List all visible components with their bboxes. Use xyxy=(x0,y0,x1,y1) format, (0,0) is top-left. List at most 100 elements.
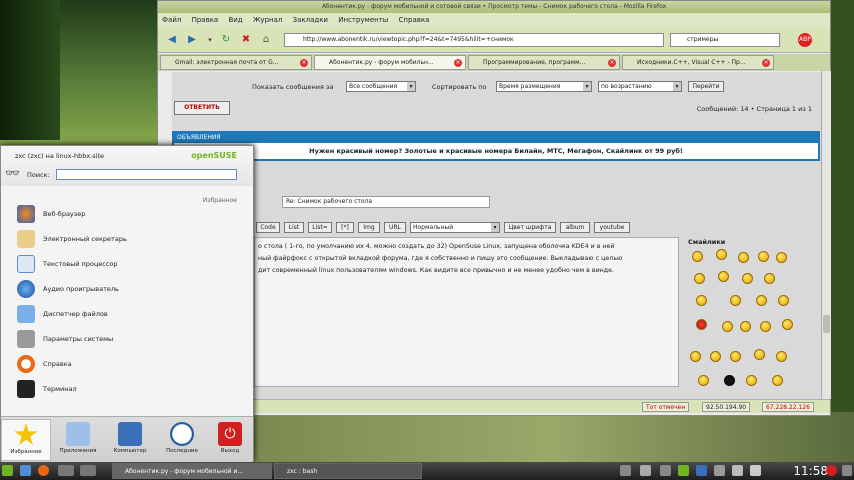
tab-applications[interactable]: Приложения xyxy=(53,419,103,461)
order-select[interactable]: по возрастанию xyxy=(598,81,682,92)
show-select[interactable]: Все сообщения xyxy=(346,81,416,92)
img-button[interactable]: Img xyxy=(358,222,380,233)
smiley-icon[interactable] xyxy=(738,252,749,263)
smiley-icon[interactable] xyxy=(722,321,733,332)
page-scrollbar[interactable] xyxy=(821,71,831,399)
menu-item-web-browser[interactable]: Веб-браузер xyxy=(17,203,237,225)
go-button[interactable]: Перейти xyxy=(688,81,724,92)
smiley-icon[interactable] xyxy=(760,321,771,332)
kickoff-menu-icon[interactable] xyxy=(2,465,13,476)
desktop-pager-icon[interactable] xyxy=(58,465,74,476)
firefox-launcher-icon[interactable] xyxy=(38,465,49,476)
clock[interactable]: 11:58 xyxy=(793,462,828,480)
smiley-icon[interactable] xyxy=(698,375,709,386)
smiley-icon[interactable] xyxy=(764,273,775,284)
smiley-icon[interactable] xyxy=(696,295,707,306)
network-icon[interactable] xyxy=(714,465,725,476)
desktop-pager-icon[interactable] xyxy=(80,465,96,476)
tab-recent[interactable]: Последние xyxy=(157,419,207,461)
url-input[interactable]: http://www.abonentik.ru/viewtopic.php?f=… xyxy=(284,33,664,47)
tab-sources[interactable]: Исходники.C++, Visual C++ - Пр... × xyxy=(622,55,774,70)
sort-select[interactable]: Время размещения xyxy=(496,81,592,92)
tab-gmail[interactable]: Gmail: электронная почта от G... × xyxy=(160,55,312,70)
tab-programming[interactable]: Программирование, программ... × xyxy=(468,55,620,70)
menu-item-file-manager[interactable]: Диспетчер файлов xyxy=(17,303,237,325)
smiley-icon[interactable] xyxy=(772,375,783,386)
reply-button[interactable]: ОТВЕТИТЬ xyxy=(174,101,230,115)
smiley-icon[interactable] xyxy=(778,295,789,306)
subject-input[interactable]: Re: Снимок рабочего стола xyxy=(282,196,490,208)
menu-help[interactable]: Справка xyxy=(399,16,430,24)
tab-computer[interactable]: Компьютер xyxy=(105,419,155,461)
message-textarea[interactable]: о стола ( 1-го, по умолчанию их 4, можно… xyxy=(254,237,679,387)
menu-search-input[interactable] xyxy=(56,169,237,180)
stop-icon[interactable]: ✖ xyxy=(238,32,254,48)
battery-icon[interactable] xyxy=(750,465,761,476)
smiley-icon[interactable] xyxy=(690,351,701,362)
menu-item-system-settings[interactable]: Параметры системы xyxy=(17,328,237,350)
menu-file[interactable]: Файл xyxy=(162,16,181,24)
smiley-icon[interactable] xyxy=(716,249,727,260)
menu-view[interactable]: Вид xyxy=(228,16,242,24)
home-icon[interactable]: ⌂ xyxy=(258,32,274,48)
power-tray-icon[interactable] xyxy=(826,465,837,476)
smiley-icon[interactable] xyxy=(782,319,793,330)
menu-history[interactable]: Журнал xyxy=(253,16,282,24)
tab-favorites[interactable]: Избранное xyxy=(1,419,51,461)
tab-abonentik[interactable]: Абонентик.ру - форум мобильн... × xyxy=(314,55,466,70)
announcement-link[interactable]: Нужен красивый номер? Золотые и красивые… xyxy=(174,143,818,159)
smiley-icon[interactable] xyxy=(694,273,705,284)
menu-bookmarks[interactable]: Закладки xyxy=(293,16,328,24)
menu-item-audio-player[interactable]: Аудио проигрыватель xyxy=(17,278,237,300)
menu-item-organizer[interactable]: Электронный секретарь xyxy=(17,228,237,250)
smiley-icon[interactable] xyxy=(754,349,765,360)
back-arrow-icon[interactable]: ◀ xyxy=(164,32,180,48)
list-eq-button[interactable]: List= xyxy=(308,222,332,233)
url-button[interactable]: URL xyxy=(384,222,406,233)
smiley-icon[interactable] xyxy=(746,375,757,386)
font-size-select[interactable]: Нормальный xyxy=(410,222,500,233)
menu-item-terminal[interactable]: Терминал xyxy=(17,378,237,400)
youtube-button[interactable]: youtube xyxy=(594,222,630,233)
smiley-icon[interactable] xyxy=(710,351,721,362)
search-input[interactable]: стримеры xyxy=(670,33,780,47)
close-tab-icon[interactable]: × xyxy=(762,59,770,67)
adblock-icon[interactable]: ABP xyxy=(798,33,812,47)
smiley-icon[interactable] xyxy=(758,251,769,262)
file-manager-launcher-icon[interactable] xyxy=(20,465,31,476)
smiley-icon[interactable] xyxy=(756,295,767,306)
smiley-icon[interactable] xyxy=(730,351,741,362)
tray-icon[interactable] xyxy=(660,465,671,476)
close-tab-icon[interactable]: × xyxy=(300,59,308,67)
scrollbar-thumb[interactable] xyxy=(823,315,830,333)
tray-icon[interactable] xyxy=(640,465,651,476)
menu-tools[interactable]: Инструменты xyxy=(338,16,388,24)
menu-item-text-processor[interactable]: Текстовый процессор xyxy=(17,253,237,275)
smiley-icon[interactable] xyxy=(730,295,741,306)
history-dropdown-icon[interactable]: ▾ xyxy=(202,32,218,48)
smiley-icon[interactable] xyxy=(776,252,787,263)
tab-leave[interactable]: ⏻ Выход xyxy=(205,419,255,461)
smiley-icon[interactable] xyxy=(776,351,787,362)
forward-arrow-icon[interactable]: ▶ xyxy=(184,32,200,48)
list-button[interactable]: List xyxy=(284,222,304,233)
smiley-icon[interactable] xyxy=(718,271,729,282)
reload-icon[interactable]: ↻ xyxy=(218,32,234,48)
smiley-icon[interactable] xyxy=(696,319,707,330)
font-color-button[interactable]: Цвет шрифта xyxy=(504,222,556,233)
smiley-icon[interactable] xyxy=(692,251,703,262)
album-button[interactable]: album xyxy=(560,222,590,233)
menu-item-help[interactable]: Справка xyxy=(17,353,237,375)
update-tray-icon[interactable] xyxy=(678,465,689,476)
close-tab-icon[interactable]: × xyxy=(608,59,616,67)
bluetooth-icon[interactable] xyxy=(696,465,707,476)
panel-toolbox-icon[interactable] xyxy=(842,465,852,476)
menu-edit[interactable]: Правка xyxy=(192,16,219,24)
task-firefox[interactable]: Абонентик.ру - форум мобильной и... xyxy=(112,463,272,479)
bomb-smiley-icon[interactable] xyxy=(724,375,735,386)
close-tab-icon[interactable]: × xyxy=(454,59,462,67)
smiley-icon[interactable] xyxy=(742,273,753,284)
task-terminal[interactable]: zxc : bash xyxy=(274,463,422,479)
smiley-icon[interactable] xyxy=(740,321,751,332)
list-item-button[interactable]: [*] xyxy=(336,222,354,233)
